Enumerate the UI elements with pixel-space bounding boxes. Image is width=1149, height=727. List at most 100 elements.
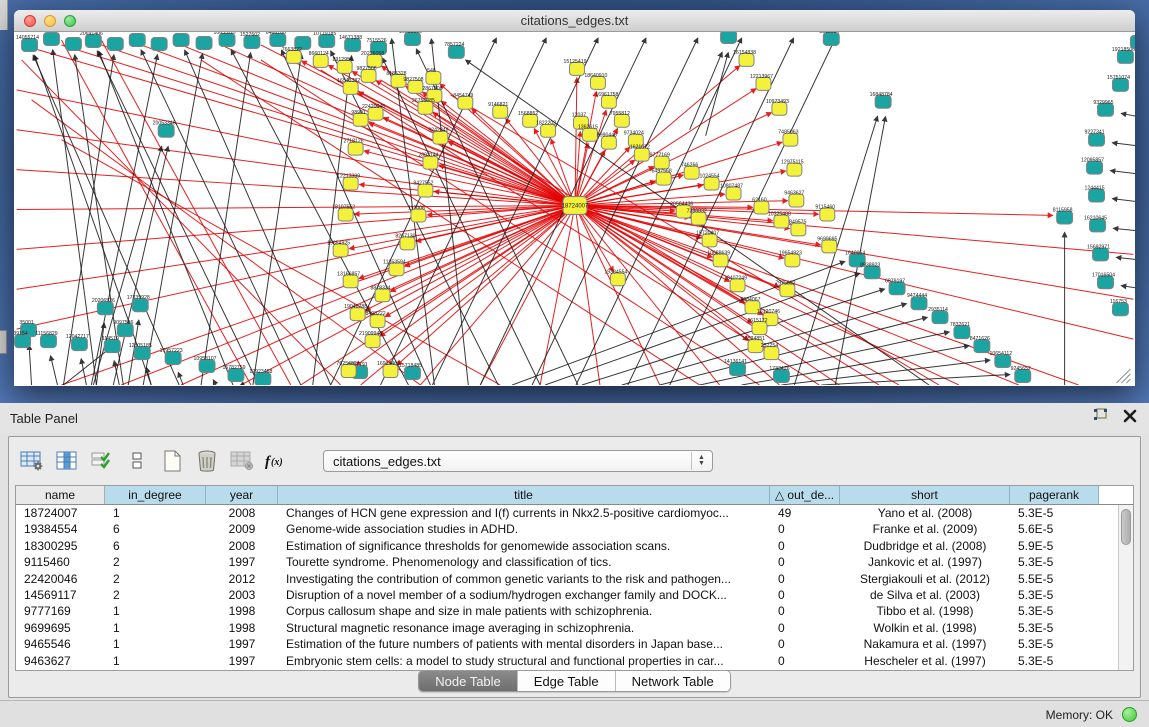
table-cell: Structural magnetic resonance image aver… xyxy=(278,620,770,636)
graph-node-label: 746266 xyxy=(681,163,698,169)
graph-node-label: 9777169 xyxy=(650,153,670,159)
table-cell: 6 xyxy=(105,538,206,554)
graph-node[interactable] xyxy=(196,36,212,49)
graph-edge xyxy=(1113,228,1135,231)
graph-node-label: 35001 xyxy=(19,320,34,326)
graph-node-label: 16120746 xyxy=(757,309,780,315)
column-header-4[interactable]: △ out_de... xyxy=(770,486,840,504)
table-cell: Jankovic et al. (1997) xyxy=(840,554,1010,570)
tab-network-table[interactable]: Network Table xyxy=(616,671,730,691)
network-window-titlebar[interactable]: citations_edges.txt xyxy=(14,10,1135,32)
table-source-value: citations_edges.txt xyxy=(333,454,441,469)
table-row[interactable]: 2242004622012Investigating the contribut… xyxy=(16,571,1133,587)
table-vertical-scrollbar[interactable] xyxy=(1118,505,1133,670)
graph-node-label: 1568852 xyxy=(518,111,538,117)
table-row[interactable]: 946554611997Estimation of the future num… xyxy=(16,636,1133,652)
graph-node-label: 117006 xyxy=(408,205,425,211)
table-column-icon[interactable] xyxy=(54,448,80,474)
graph-svg[interactable]: 1405571420691406106532871527602646616010… xyxy=(14,32,1135,385)
graph-node[interactable] xyxy=(151,37,167,50)
graph-edge xyxy=(301,206,575,385)
graph-node-label: 8115958 xyxy=(1053,207,1073,213)
graph-edge xyxy=(22,45,575,206)
close-window-icon[interactable] xyxy=(24,15,36,27)
table-row[interactable]: 969969511998Structural magnetic resonanc… xyxy=(16,620,1133,636)
graph-node[interactable] xyxy=(107,37,123,50)
graph-node-label: 26756085 xyxy=(412,98,435,104)
new-table-icon[interactable] xyxy=(159,448,185,474)
table-toolbar: f (x) citations_edges.txt ▲▼ xyxy=(19,445,713,477)
graph-node-label: 8938923 xyxy=(860,262,880,268)
graph-node[interactable] xyxy=(129,33,145,46)
table-row[interactable]: 977716911998Corpus callosum shape and si… xyxy=(16,603,1133,619)
graph-node-label: 17957223 xyxy=(160,348,183,354)
graph-node-label: 7515526 xyxy=(366,38,386,44)
table-cell: 5.3E-5 xyxy=(1010,620,1099,636)
memory-ok-indicator[interactable] xyxy=(1122,707,1137,722)
graph-node-label: 7975692 xyxy=(775,280,795,286)
column-header-3[interactable]: title xyxy=(278,486,770,504)
graph-node-label: 8813054 xyxy=(819,32,839,35)
graph-edge xyxy=(575,142,782,205)
table-row[interactable]: 1456911722003Disruption of a novel membe… xyxy=(16,587,1133,603)
table-cell: 5.3E-5 xyxy=(1010,587,1099,603)
table-cell: 9115460 xyxy=(16,554,105,570)
column-header-6[interactable]: pagerank xyxy=(1010,486,1099,504)
delete-table-icon xyxy=(229,448,255,474)
table-row[interactable]: 911546021997Tourette syndrome. Phenomeno… xyxy=(16,554,1133,570)
float-panel-icon[interactable] xyxy=(1093,408,1109,428)
table-cell: 5.3E-5 xyxy=(1010,636,1099,652)
row-height-icon[interactable] xyxy=(124,448,150,474)
graph-node[interactable] xyxy=(173,33,189,46)
table-row[interactable]: 1872400712008Changes of HCN gene express… xyxy=(16,505,1133,521)
graph-node-label: 9699695 xyxy=(817,236,837,242)
table-cell: 1997 xyxy=(206,636,278,652)
scrollbar-thumb[interactable] xyxy=(1121,509,1131,545)
graph-node-label: 9115460 xyxy=(815,205,835,211)
column-header-5[interactable]: short xyxy=(840,486,1010,504)
close-panel-icon[interactable] xyxy=(1123,409,1137,428)
graph-node-label: 12923468 xyxy=(249,369,272,375)
network-canvas[interactable]: 1405571420691406106532871527602646616010… xyxy=(14,32,1135,385)
table-cell: 2003 xyxy=(206,587,278,603)
graph-node-label: 1527602 xyxy=(240,32,260,38)
zoom-window-icon[interactable] xyxy=(64,15,76,27)
graph-node[interactable] xyxy=(1130,35,1135,48)
table-row[interactable]: 1830029562008Estimation of significance … xyxy=(16,538,1133,554)
tab-edge-table[interactable]: Edge Table xyxy=(518,671,616,691)
graph-node-label: 7386832 xyxy=(687,208,707,214)
select-rows-icon[interactable] xyxy=(89,448,115,474)
column-header-2[interactable]: year xyxy=(206,486,278,504)
graph-node-label: 11353594 xyxy=(383,259,406,265)
graph-node-label: 20564436 xyxy=(670,202,693,208)
graph-node-label: 6466160 xyxy=(266,32,286,36)
graph-edge xyxy=(121,206,575,385)
delete-rows-icon[interactable] xyxy=(194,448,220,474)
column-header-1[interactable]: in_degree xyxy=(105,486,206,504)
table-source-select[interactable]: citations_edges.txt ▲▼ xyxy=(323,450,713,472)
table-cell: Stergiakouli et al. (2012) xyxy=(840,571,1010,587)
graph-node[interactable] xyxy=(721,32,737,43)
table-row[interactable]: 1938455462009Genome-wide association stu… xyxy=(16,521,1133,537)
graph-node-label: 13166857 xyxy=(337,271,360,277)
graph-node-label: 16914469 xyxy=(377,361,400,367)
table-settings-icon[interactable] xyxy=(19,448,45,474)
table-cell: 5.6E-5 xyxy=(1010,521,1099,537)
minimize-window-icon[interactable] xyxy=(44,15,56,27)
table-cell: 22420046 xyxy=(16,571,105,587)
graph-node-label: 2867608 xyxy=(422,86,442,92)
graph-node-label: 6497568 xyxy=(652,169,672,175)
graph-edge xyxy=(213,380,216,385)
column-header-0[interactable]: name xyxy=(16,486,105,504)
function-builder-icon[interactable]: f (x) xyxy=(264,448,290,474)
graph-node[interactable] xyxy=(44,32,60,45)
graph-edge xyxy=(1121,113,1135,117)
graph-node[interactable] xyxy=(65,37,81,50)
graph-node-label: 39154 xyxy=(14,331,28,337)
graph-node-label: 18640910 xyxy=(584,73,607,79)
table-cell: 0 xyxy=(770,587,840,603)
table-cell: 9777169 xyxy=(16,603,105,619)
tab-node-table[interactable]: Node Table xyxy=(419,671,518,691)
table-row[interactable]: 946362711997Embryonic stem cells: a mode… xyxy=(16,653,1133,669)
graph-node-label: 16033809 xyxy=(399,32,422,35)
